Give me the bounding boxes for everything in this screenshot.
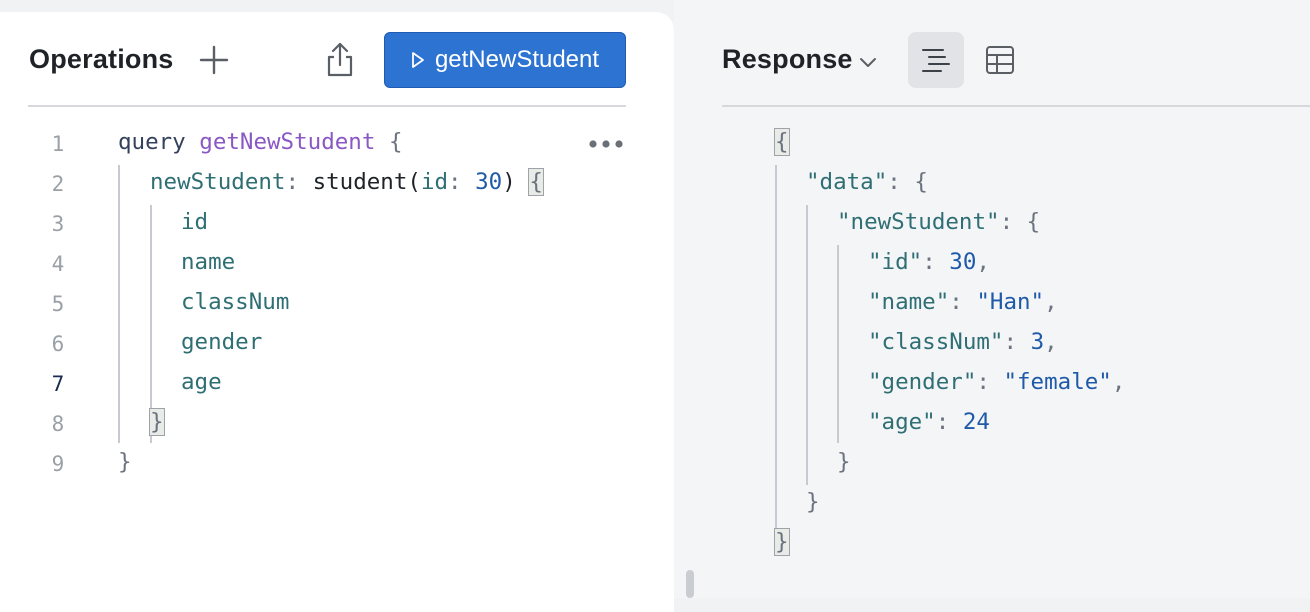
- indent-guide: [806, 205, 808, 485]
- json-value: "female": [1003, 369, 1112, 395]
- response-title[interactable]: Response: [722, 44, 853, 75]
- text-align-icon: [922, 49, 950, 72]
- code-field: classNum: [181, 289, 290, 315]
- line-number: 9: [51, 452, 65, 476]
- response-line: "id": 30,: [868, 249, 990, 275]
- code-line-2: newStudent: student(id: 30) {: [150, 168, 544, 196]
- response-line: "age": 24: [868, 409, 990, 435]
- argument-name: id: [420, 169, 449, 195]
- json-value: 30: [949, 249, 977, 275]
- json-key: "name": [868, 289, 950, 315]
- response-line: }: [837, 449, 851, 475]
- line-number: 8: [51, 412, 65, 436]
- code-field: id: [181, 209, 209, 235]
- more-options-icon[interactable]: [588, 136, 628, 152]
- json-key: "classNum": [868, 329, 1004, 355]
- code-line-8: }: [149, 408, 165, 436]
- json-key: "gender": [868, 369, 977, 395]
- response-line: }: [774, 528, 790, 556]
- line-number: 4: [51, 252, 65, 276]
- line-number: 1: [51, 132, 65, 156]
- response-line: "classNum": 3,: [868, 329, 1058, 355]
- line-number-active: 7: [51, 372, 65, 396]
- table-icon: [986, 46, 1014, 74]
- chevron-down-icon[interactable]: [858, 52, 878, 72]
- code-line-9: }: [118, 449, 132, 475]
- line-number: 5: [51, 292, 65, 316]
- operations-title: Operations: [29, 44, 174, 74]
- response-line: }: [806, 489, 820, 515]
- json-key: "age": [868, 409, 936, 435]
- line-number: 2: [51, 172, 65, 196]
- json-view-button[interactable]: [908, 32, 964, 88]
- json-key: "newStudent": [837, 209, 1000, 235]
- line-number: 6: [51, 332, 65, 356]
- share-icon[interactable]: [322, 40, 358, 80]
- run-operation-label: getNewStudent: [434, 46, 600, 73]
- json-key: "data": [806, 169, 888, 195]
- code-field: age: [181, 369, 222, 395]
- code-line-1: query getNewStudent {: [118, 129, 403, 155]
- response-divider: [722, 105, 1310, 107]
- scrollbar[interactable]: [686, 570, 694, 598]
- play-icon: [412, 52, 424, 68]
- json-value: "Han": [976, 289, 1045, 315]
- query-keyword: query: [118, 129, 186, 155]
- indent-guide: [150, 205, 152, 443]
- field-alias: newStudent: [150, 169, 286, 195]
- run-operation-button[interactable]: getNewStudent: [384, 32, 626, 88]
- json-value: 24: [962, 409, 990, 435]
- code-field: gender: [181, 329, 263, 355]
- json-value: 3: [1030, 329, 1045, 355]
- plus-icon[interactable]: [198, 44, 230, 76]
- operations-divider: [28, 105, 626, 107]
- response-line: "name": "Han",: [868, 289, 1058, 315]
- field-name: student: [312, 169, 408, 195]
- operations-panel: [0, 12, 674, 612]
- argument-value: 30: [475, 169, 503, 195]
- operation-name: getNewStudent: [199, 129, 376, 155]
- response-line: {: [774, 128, 790, 156]
- code-field: name: [181, 249, 236, 275]
- table-view-button[interactable]: [972, 32, 1028, 88]
- indent-guide: [118, 165, 120, 443]
- response-line: "data": {: [806, 169, 928, 195]
- response-line: "gender": "female",: [868, 369, 1126, 395]
- indent-guide: [837, 245, 839, 443]
- json-key: "id": [868, 249, 923, 275]
- response-line: "newStudent": {: [837, 209, 1041, 235]
- indent-guide: [775, 165, 777, 535]
- line-number: 3: [51, 212, 65, 236]
